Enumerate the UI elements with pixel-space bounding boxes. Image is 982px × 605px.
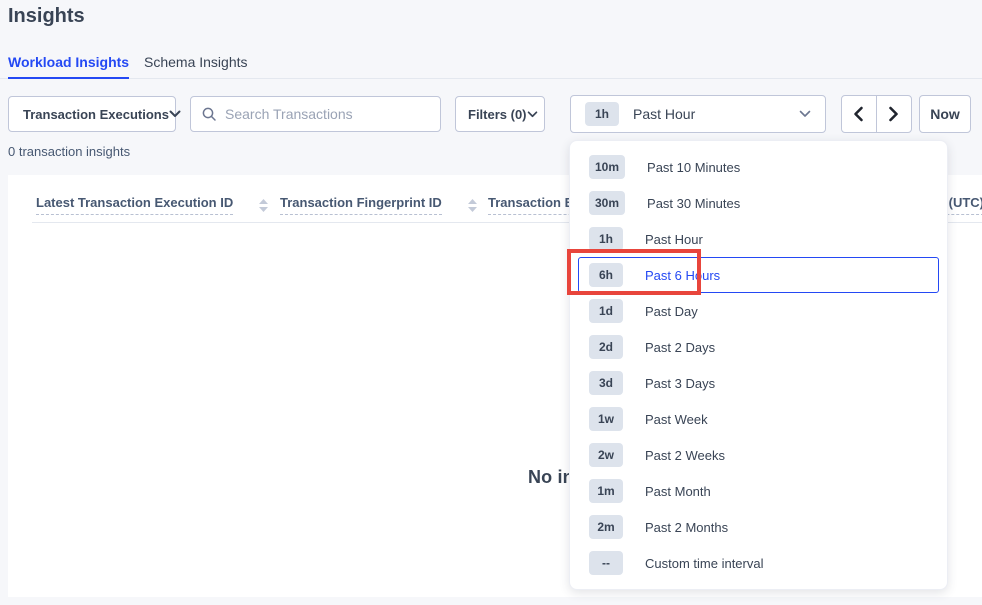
time-option-label: Past 2 Months	[645, 520, 728, 535]
tab-schema-insights[interactable]: Schema Insights	[144, 48, 248, 79]
time-option-badge: 3d	[589, 371, 623, 395]
time-option-3d[interactable]: 3d Past 3 Days	[578, 365, 939, 401]
time-option-badge: 1h	[589, 227, 623, 251]
time-option-label: Past 3 Days	[645, 376, 715, 391]
time-option-1d[interactable]: 1d Past Day	[578, 293, 939, 329]
time-option-label: Past Hour	[645, 232, 703, 247]
time-option-1h[interactable]: 1h Past Hour	[578, 221, 939, 257]
column-header[interactable]: Latest Transaction Execution ID	[36, 195, 268, 215]
chevron-down-icon	[799, 110, 811, 118]
tab-bar: Workload Insights Schema Insights	[0, 45, 982, 79]
time-interval-select[interactable]: 1h Past Hour	[570, 95, 826, 133]
time-option-label: Past 6 Hours	[645, 268, 720, 283]
column-header-label: Latest Transaction Execution ID	[36, 195, 233, 215]
tab-workload-insights[interactable]: Workload Insights	[8, 48, 129, 79]
time-option-label: Past 10 Minutes	[647, 160, 740, 175]
chevron-down-icon	[527, 111, 538, 118]
time-option-label: Past Week	[645, 412, 708, 427]
next-interval-button[interactable]	[877, 96, 912, 132]
column-header[interactable]: Transaction Fingerprint ID	[280, 195, 477, 215]
time-option-badge: 10m	[589, 155, 625, 179]
time-option-badge: --	[589, 551, 623, 575]
time-option-badge: 30m	[589, 191, 625, 215]
time-option-badge: 2w	[589, 443, 623, 467]
time-option-badge: 1m	[589, 479, 623, 503]
time-option-2w[interactable]: 2w Past 2 Weeks	[578, 437, 939, 473]
time-option-1w[interactable]: 1w Past Week	[578, 401, 939, 437]
time-option-custom[interactable]: -- Custom time interval	[578, 545, 939, 581]
time-option-badge: 6h	[589, 263, 623, 287]
search-icon	[201, 106, 217, 122]
time-option-1m[interactable]: 1m Past Month	[578, 473, 939, 509]
time-interval-label: Past Hour	[633, 106, 799, 122]
now-label: Now	[930, 106, 960, 122]
search-box	[190, 96, 441, 132]
time-option-30m[interactable]: 30m Past 30 Minutes	[578, 185, 939, 221]
entity-type-select[interactable]: Transaction Executions	[8, 96, 176, 132]
previous-interval-button[interactable]	[842, 96, 877, 132]
time-option-10m[interactable]: 10m Past 10 Minutes	[578, 149, 939, 185]
chevron-down-icon	[169, 110, 181, 118]
time-option-label: Past 2 Days	[645, 340, 715, 355]
time-option-badge: 1w	[589, 407, 623, 431]
time-interval-menu: 10m Past 10 Minutes 30m Past 30 Minutes 1h Pa…	[569, 140, 948, 590]
time-option-badge: 2d	[589, 335, 623, 359]
chevron-left-icon	[853, 106, 864, 122]
chevron-right-icon	[888, 106, 899, 122]
time-option-badge: 1d	[589, 299, 623, 323]
now-button[interactable]: Now	[919, 95, 971, 133]
time-option-2m[interactable]: 2m Past 2 Months	[578, 509, 939, 545]
time-interval-badge: 1h	[585, 102, 619, 126]
filters-label: Filters (0)	[468, 107, 527, 122]
time-option-label: Custom time interval	[645, 556, 763, 571]
time-option-label: Past 30 Minutes	[647, 196, 740, 211]
sort-icon[interactable]	[259, 199, 268, 212]
time-option-label: Past Month	[645, 484, 711, 499]
sort-icon[interactable]	[468, 199, 477, 212]
time-nav-buttons	[841, 95, 912, 133]
time-option-2d[interactable]: 2d Past 2 Days	[578, 329, 939, 365]
time-option-label: Past 2 Weeks	[645, 448, 725, 463]
time-option-label: Past Day	[645, 304, 698, 319]
search-input[interactable]	[225, 106, 430, 122]
column-header-label: Transaction Fingerprint ID	[280, 195, 442, 215]
insights-count: 0 transaction insights	[8, 144, 130, 159]
filters-button[interactable]: Filters (0)	[455, 96, 545, 132]
entity-type-label: Transaction Executions	[23, 107, 169, 122]
time-option-badge: 2m	[589, 515, 623, 539]
time-option-6h[interactable]: 6h Past 6 Hours	[578, 257, 939, 293]
page-title: Insights	[8, 5, 85, 28]
